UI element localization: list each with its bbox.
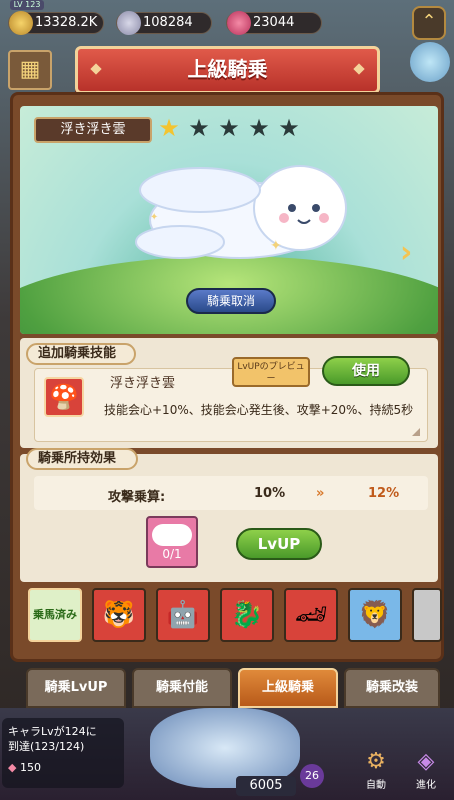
stat-next: 12% xyxy=(368,486,400,501)
page-title: 上級騎乗 xyxy=(75,46,380,94)
material-count: 0/1 xyxy=(162,547,182,561)
lvup-button[interactable]: LvUP xyxy=(236,528,322,560)
dismount-button[interactable]: 騎乗取消 xyxy=(186,288,276,314)
effect-header: 騎乗所持効果 xyxy=(26,448,138,470)
dragon-mount-icon: 🐉 xyxy=(230,600,264,630)
auto-button[interactable]: ⚙ 自動 xyxy=(356,748,396,792)
evolve-icon: ◈ xyxy=(417,749,435,774)
screen: { "topbar": { "level_tag": "LV 123", "go… xyxy=(0,0,454,800)
notice-line2: 到達(123/124) xyxy=(8,740,85,753)
mount-slot-dragon[interactable]: 🐉 xyxy=(220,588,274,642)
mount-slot-tiger[interactable]: 🐯 xyxy=(92,588,146,642)
notice-cost-row: ◆ 150 xyxy=(8,760,118,775)
tiger-mount-icon: 🐯 xyxy=(102,600,136,630)
box-icon: ▦ xyxy=(19,57,41,82)
stat-label: 攻撃乗算: xyxy=(108,490,166,505)
top-bar: LV 123 13328.2K 108284 23044 ⌃ xyxy=(0,0,454,40)
badge-count: 26 xyxy=(300,764,324,788)
star-icon: ★ xyxy=(278,114,300,142)
tab-1[interactable]: 騎乗付能 xyxy=(132,668,232,708)
riding-badge: 乗馬済み xyxy=(33,608,77,621)
corner-icon xyxy=(412,428,420,436)
level-tag: LV 123 xyxy=(10,0,44,10)
gem-counter[interactable]: 23044 xyxy=(226,11,322,35)
robot-mount-icon: 🤖 xyxy=(166,600,200,630)
mount-slot-robot[interactable]: 🤖 xyxy=(156,588,210,642)
airship-icon[interactable] xyxy=(410,42,450,82)
mount-name: 浮き浮き雲 xyxy=(34,117,152,143)
gem-icon: ◆ xyxy=(8,761,17,774)
ornament-icon xyxy=(353,63,365,75)
stat-current: 10% xyxy=(254,486,286,501)
chevron-up-icon: ⌃ xyxy=(421,11,437,32)
crystal-value: 108284 xyxy=(143,15,193,30)
gem-value: 23044 xyxy=(253,15,295,30)
mount-slot-beast[interactable]: 🦁 xyxy=(348,588,402,642)
car-mount-icon: 🏎 xyxy=(294,600,328,630)
collapse-menu-button[interactable]: ⌃ xyxy=(412,6,446,40)
notice-line1: キャラLvが124に xyxy=(8,725,97,738)
effect-section xyxy=(20,454,438,582)
gold-value: 13328.2K xyxy=(35,15,98,30)
skill-icon[interactable]: 🍄 xyxy=(44,377,84,417)
lvup-preview-button[interactable]: LvUPのプレビュー xyxy=(232,357,310,387)
chevron-right-icon: › xyxy=(400,235,413,270)
gem-icon xyxy=(227,11,251,35)
skill-header: 追加騎乗技能 xyxy=(26,343,136,365)
cloud-mount-image: ✦ ✦ xyxy=(135,165,347,259)
mount-slot-cloud[interactable]: 乗馬済み xyxy=(28,588,82,642)
mount-slot-more[interactable] xyxy=(412,588,442,642)
crystal-counter[interactable]: 108284 xyxy=(116,11,212,35)
evolve-label: 進化 xyxy=(416,780,436,791)
svg-text:✦: ✦ xyxy=(270,238,282,254)
cloud-material-icon xyxy=(152,524,192,546)
use-skill-button[interactable]: 使用 xyxy=(322,356,410,386)
evolve-button[interactable]: ◈ 進化 xyxy=(406,748,446,792)
tab-0[interactable]: 騎乗LvUP xyxy=(26,668,126,708)
star-icon: ★ xyxy=(158,114,180,142)
star-icon: ★ xyxy=(248,114,270,142)
level-notice[interactable]: キャラLvが124に 到達(123/124) ◆ 150 xyxy=(2,718,124,788)
ornament-icon xyxy=(90,63,102,75)
double-chevron-right-icon: » xyxy=(316,486,325,501)
notice-cost: 150 xyxy=(19,761,41,774)
auto-label: 自動 xyxy=(366,780,386,791)
material-slot[interactable]: 0/1 xyxy=(146,516,198,568)
tab-3[interactable]: 騎乗改装 xyxy=(344,668,440,708)
gold-coin-icon xyxy=(9,11,33,35)
star-icon: ★ xyxy=(218,114,240,142)
mount-slot-car[interactable]: 🏎 xyxy=(284,588,338,642)
star-icon: ★ xyxy=(188,114,210,142)
gold-counter[interactable]: 13328.2K xyxy=(8,11,104,35)
svg-text:✦: ✦ xyxy=(150,212,158,223)
skill-description: 技能会心+10%、技能会心発生後、攻撃+20%、持続5秒 xyxy=(104,403,414,417)
mushroom-icon: 🍄 xyxy=(49,383,79,411)
power-value: 6005 xyxy=(236,776,296,796)
beast-mount-icon: 🦁 xyxy=(358,600,392,630)
crystal-icon xyxy=(117,11,141,35)
next-mount-button[interactable]: › xyxy=(400,238,424,268)
tab-2[interactable]: 上級騎乗 xyxy=(238,668,338,708)
page-title-text: 上級騎乗 xyxy=(187,57,268,81)
skill-name: 浮き浮き雲 xyxy=(110,376,176,391)
gear-icon: ⚙ xyxy=(366,749,386,774)
inventory-button[interactable]: ▦ xyxy=(8,50,52,90)
